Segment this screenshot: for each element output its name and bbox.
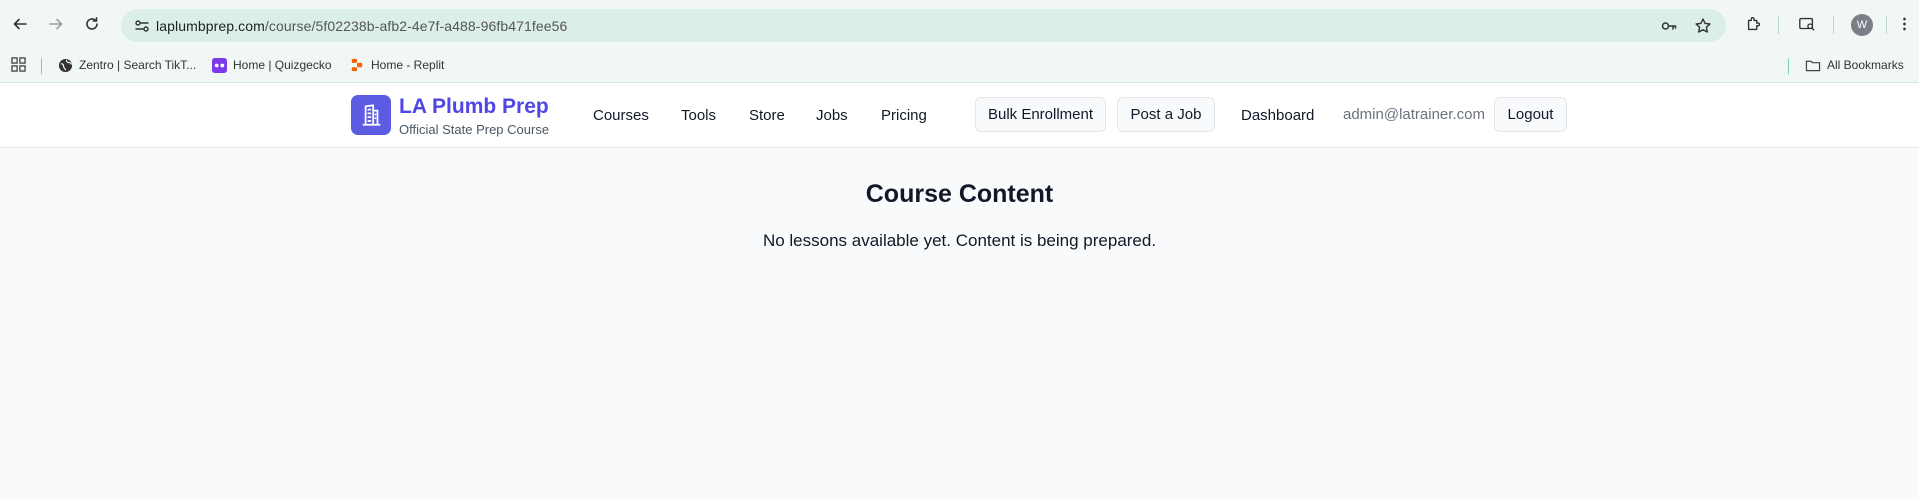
brand-tagline: Official State Prep Course bbox=[399, 122, 550, 137]
site-settings-icon[interactable] bbox=[133, 17, 151, 35]
toolbar-divider bbox=[1886, 16, 1887, 34]
nav-courses[interactable]: Courses bbox=[593, 107, 649, 124]
bookmarks-divider bbox=[41, 58, 42, 74]
toolbar-divider bbox=[1778, 16, 1779, 34]
apps-grid-icon[interactable] bbox=[11, 57, 26, 72]
brand-name[interactable]: LA Plumb Prep bbox=[399, 95, 549, 119]
bookmark-label: Home - Replit bbox=[371, 58, 445, 72]
bookmarks-divider bbox=[1788, 58, 1789, 74]
profile-avatar[interactable]: W bbox=[1851, 14, 1873, 36]
forward-icon[interactable] bbox=[44, 12, 68, 36]
password-key-icon[interactable] bbox=[1660, 17, 1678, 35]
bookmark-quizgecko[interactable]: Home | Quizgecko bbox=[211, 57, 332, 73]
page-title: Course Content bbox=[865, 180, 1054, 208]
site-header: LA Plumb Prep Official State Prep Course… bbox=[0, 83, 1919, 148]
bookmark-star-icon[interactable] bbox=[1694, 17, 1712, 35]
bookmark-label: Home | Quizgecko bbox=[233, 58, 332, 72]
extensions-icon[interactable] bbox=[1743, 13, 1765, 35]
user-email: admin@latrainer.com bbox=[1343, 106, 1485, 123]
nav-pricing[interactable]: Pricing bbox=[881, 107, 927, 124]
back-icon[interactable] bbox=[8, 12, 32, 36]
empty-state-message: No lessons available yet. Content is bei… bbox=[762, 231, 1157, 250]
bookmarks-bar: Zentro | Search TikT... Home | Quizgecko… bbox=[0, 49, 1919, 83]
quizgecko-icon bbox=[211, 57, 227, 73]
all-bookmarks[interactable]: All Bookmarks bbox=[1805, 57, 1904, 73]
browser-menu-icon[interactable] bbox=[1897, 13, 1911, 35]
tab-search-icon[interactable] bbox=[1796, 13, 1818, 35]
replit-icon bbox=[349, 57, 365, 73]
reload-icon[interactable] bbox=[80, 12, 104, 36]
nav-dashboard[interactable]: Dashboard bbox=[1241, 107, 1314, 124]
bookmark-replit[interactable]: Home - Replit bbox=[349, 57, 444, 73]
address-bar[interactable]: laplumbprep.com/course/5f02238b-afb2-4e7… bbox=[121, 9, 1726, 42]
all-bookmarks-label: All Bookmarks bbox=[1827, 58, 1904, 72]
url-text[interactable]: laplumbprep.com/course/5f02238b-afb2-4e7… bbox=[156, 18, 567, 34]
logout-button[interactable]: Logout bbox=[1494, 97, 1567, 132]
bookmark-label: Zentro | Search TikT... bbox=[79, 58, 197, 72]
globe-icon bbox=[57, 57, 73, 73]
nav-store[interactable]: Store bbox=[749, 107, 785, 124]
building-logo-icon[interactable] bbox=[351, 95, 391, 135]
bookmark-zentro[interactable]: Zentro | Search TikT... bbox=[57, 57, 196, 73]
nav-tools[interactable]: Tools bbox=[681, 107, 716, 124]
toolbar-divider bbox=[1833, 16, 1834, 34]
browser-toolbar: laplumbprep.com/course/5f02238b-afb2-4e7… bbox=[0, 0, 1919, 49]
folder-icon bbox=[1805, 57, 1821, 73]
bulk-enrollment-button[interactable]: Bulk Enrollment bbox=[975, 97, 1106, 132]
post-job-button[interactable]: Post a Job bbox=[1117, 97, 1215, 132]
nav-jobs[interactable]: Jobs bbox=[816, 107, 848, 124]
